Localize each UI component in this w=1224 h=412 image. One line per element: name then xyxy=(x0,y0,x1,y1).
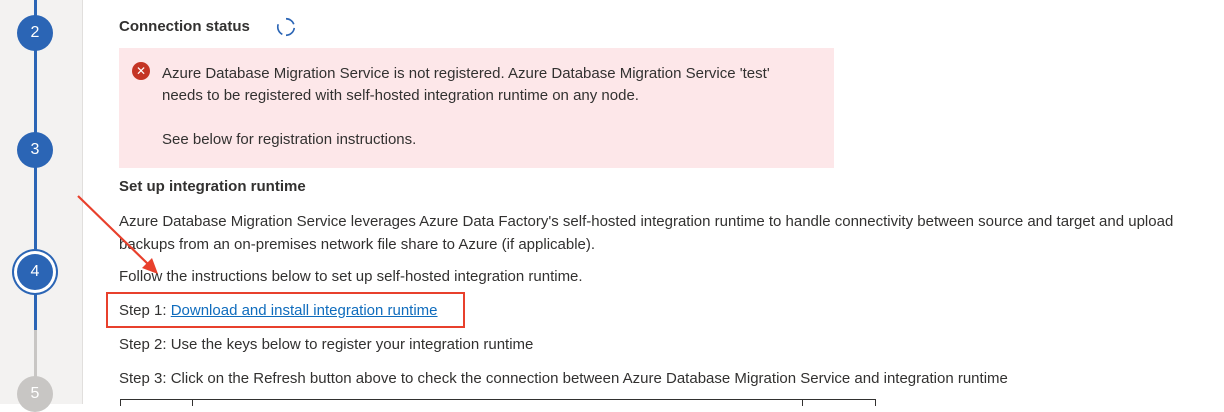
error-icon: ✕ xyxy=(132,62,150,80)
connection-status-title: Connection status xyxy=(119,18,250,35)
step-2-circle[interactable]: 2 xyxy=(17,15,53,51)
step-3-text: Step 3: Click on the Refresh button abov… xyxy=(119,370,1008,387)
stepper-rail: 2 3 4 5 xyxy=(0,0,83,412)
setup-runtime-description: Azure Database Migration Service leverag… xyxy=(119,213,1174,253)
step-2-text: Step 2: Use the keys below to register y… xyxy=(119,336,534,353)
step-1-prefix: Step 1: xyxy=(119,302,171,319)
refresh-icon[interactable] xyxy=(275,16,297,38)
download-runtime-link[interactable]: Download and install integration runtime xyxy=(171,302,438,319)
error-message-box: ✕ Azure Database Migration Service is no… xyxy=(119,48,834,168)
error-instructions-line: See below for registration instructions. xyxy=(162,131,417,148)
step-4-circle[interactable]: 4 xyxy=(17,254,53,290)
error-message-line: Azure Database Migration Service is not … xyxy=(162,65,770,104)
step-5-circle[interactable]: 5 xyxy=(17,376,53,412)
error-message: Azure Database Migration Service is not … xyxy=(162,63,812,151)
step-1-text: Step 1: Download and install integration… xyxy=(119,302,438,319)
setup-runtime-title: Set up integration runtime xyxy=(119,178,306,195)
follow-instructions-text: Follow the instructions below to set up … xyxy=(119,268,583,285)
keys-table-top-edge xyxy=(120,399,876,406)
step-3-circle[interactable]: 3 xyxy=(17,132,53,168)
